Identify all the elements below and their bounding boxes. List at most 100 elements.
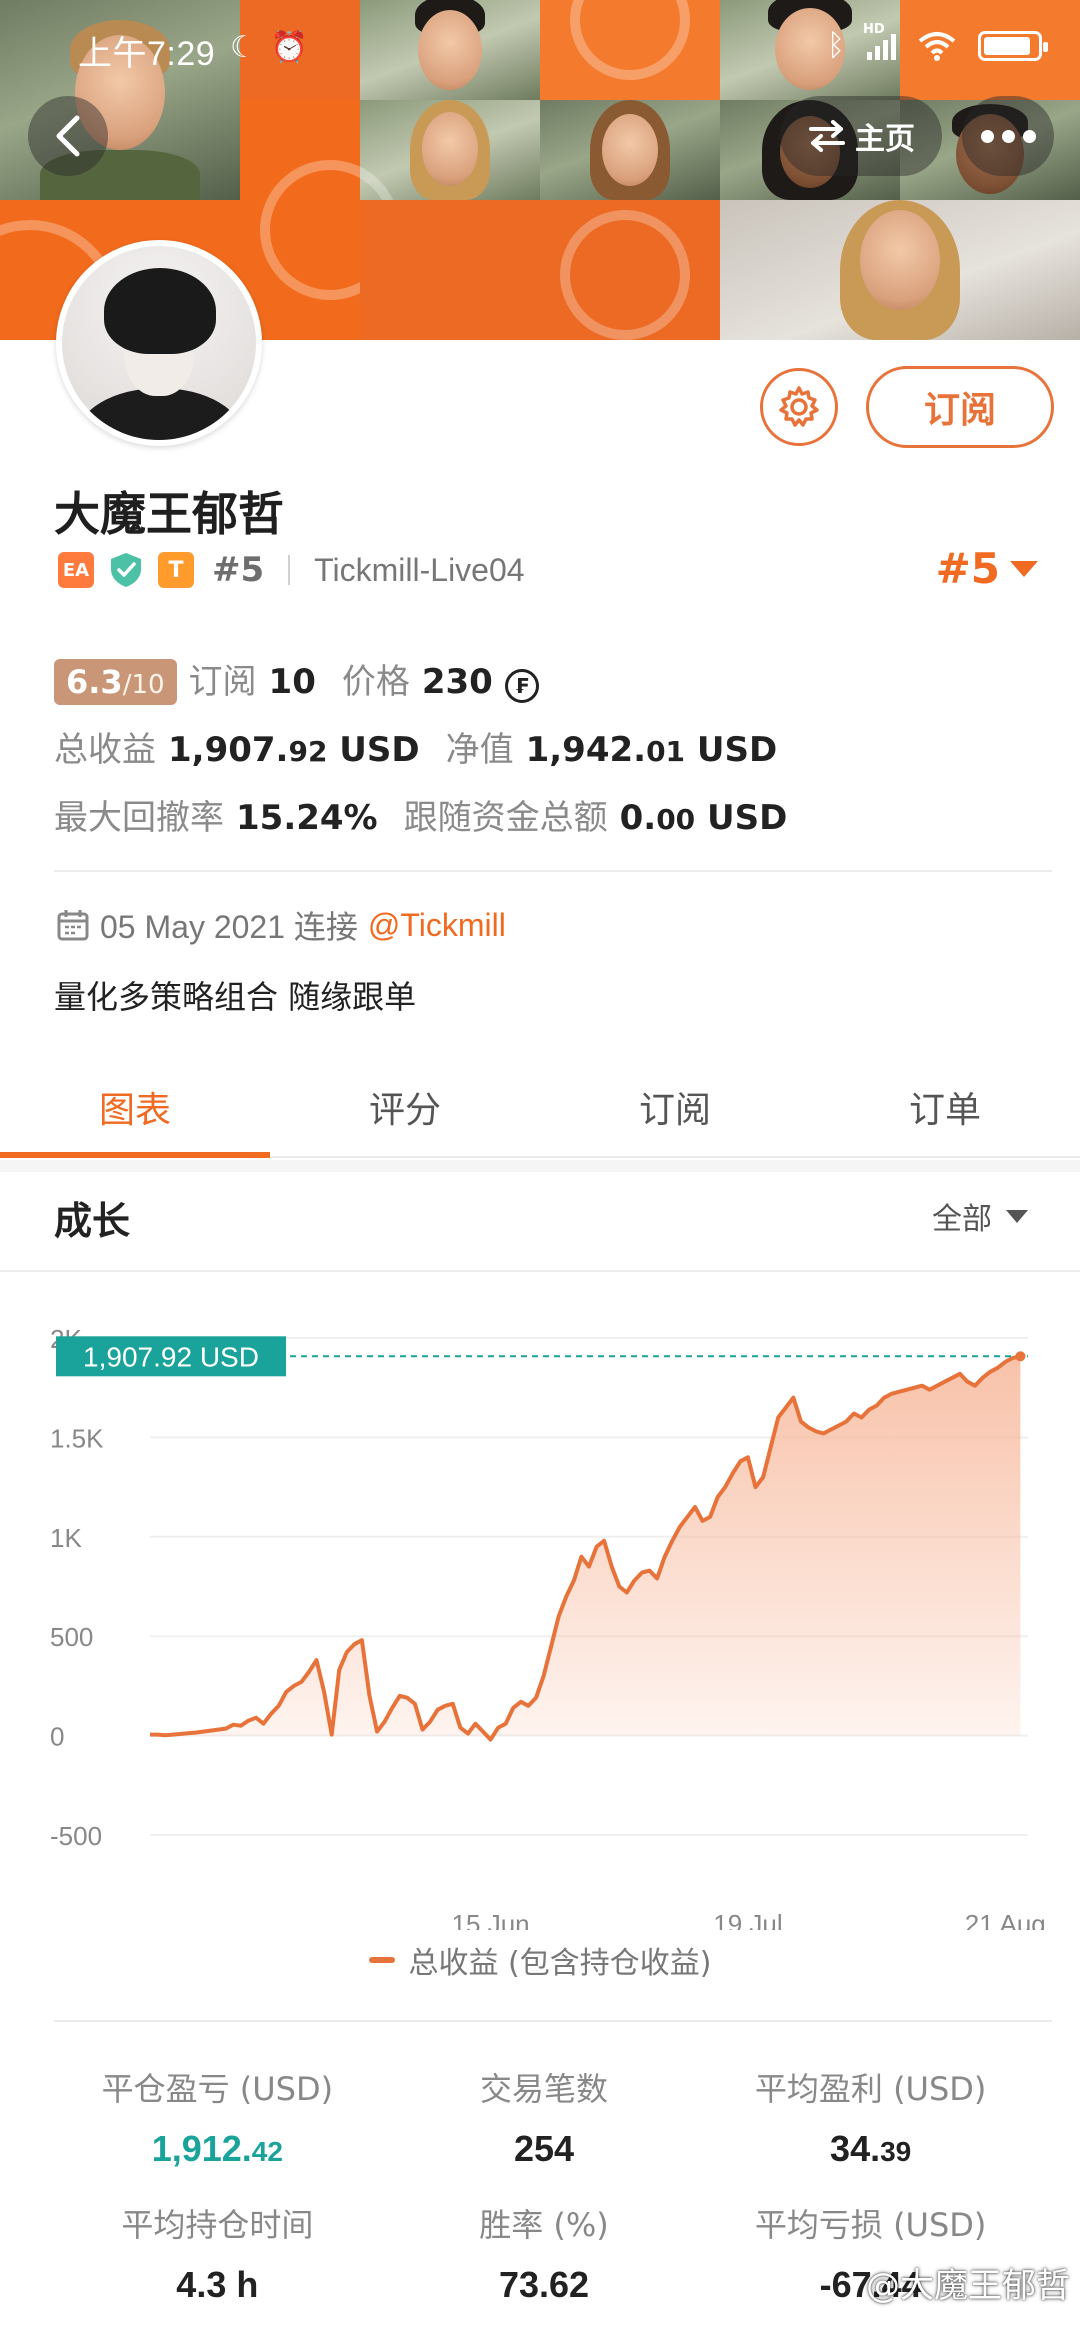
banner-photo-woman: [720, 200, 1080, 340]
score-badge: 6.3/10: [54, 659, 177, 705]
range-dropdown[interactable]: 全部: [932, 1194, 1028, 1238]
banner-photo-face: [602, 114, 658, 186]
y-tick-label: -500: [50, 1821, 102, 1851]
section-divider: [0, 1270, 1080, 1272]
avatar-hair: [104, 268, 216, 354]
banner-photo-woman: [360, 100, 540, 200]
follow-funds-label: 跟随资金总额: [403, 798, 608, 838]
score-value: 6.3: [66, 663, 123, 701]
stat-row-score: 6.3/10 订阅 10 价格 230 ₣: [54, 654, 1034, 705]
signal-icon: HD: [863, 22, 896, 60]
section-divider: [54, 2020, 1052, 2022]
more-dot: [1001, 129, 1015, 143]
verified-shield-icon: [111, 553, 141, 587]
drawdown-value: 15.24%: [236, 798, 378, 838]
alarm-icon: ⏰: [270, 30, 309, 65]
range-label: 全部: [932, 1202, 992, 1237]
status-icons-left: ☾ ⏰: [230, 30, 308, 65]
x-tick-label: 21 Aug: [965, 1909, 1046, 1930]
y-tick-label: 0: [50, 1722, 64, 1752]
profile-name: 大魔王郁哲: [54, 487, 284, 541]
tab-bar: 图表 评分 订阅 订单: [0, 1058, 1080, 1158]
score-denominator: /10: [122, 670, 165, 700]
follow-funds-value: 0.00 USD: [619, 798, 788, 838]
status-bar: 上午7:29 ☾ ⏰ ᛒ HD: [0, 0, 1080, 100]
subscribe-count: 10: [268, 662, 316, 702]
metric-value: 4.3 h: [176, 2264, 259, 2305]
metric-label: 交易笔数: [479, 2070, 608, 2108]
chevron-left-icon: [56, 115, 80, 157]
metric-label: 平仓盈亏 (USD): [101, 2070, 334, 2108]
area-fill: [150, 1356, 1021, 1740]
growth-chart[interactable]: 2K1.5K1K5000-50015 Jun19 Jul21 Aug1,907.…: [0, 1280, 1080, 2000]
section-divider: [54, 870, 1052, 872]
stat-row-drawdown: 最大回撤率 15.24% 跟随资金总额 0.00 USD: [54, 790, 1034, 838]
metric-value: 1,912.42: [151, 2128, 283, 2169]
divider: [288, 555, 291, 585]
status-time: 上午7:29: [78, 35, 216, 73]
network-type-label: HD: [863, 21, 885, 37]
price-value: 230: [421, 662, 493, 702]
metric-value: 34.39: [830, 2128, 912, 2169]
subscribe-count-label: 订阅: [188, 662, 257, 702]
section-gap: [0, 1160, 1080, 1172]
metric-win-rate: 胜率 (%) 73.62: [381, 2200, 708, 2306]
connect-info: 05 May 2021 连接 @Tickmill: [56, 902, 506, 948]
rank-dropdown[interactable]: #5: [936, 544, 1038, 593]
ea-badge: EA: [58, 552, 94, 588]
subscribe-button[interactable]: 订阅: [866, 366, 1054, 448]
broker-link[interactable]: @Tickmill: [368, 907, 506, 944]
drawdown-label: 最大回撤率: [54, 798, 224, 838]
more-dot: [980, 129, 994, 143]
equity-value: 1,942.01 USD: [525, 730, 778, 770]
status-icons-right: ᛒ HD: [827, 22, 1048, 63]
metric-trade-count: 交易笔数 254: [381, 2064, 708, 2170]
caret-down-icon: [1006, 1209, 1028, 1223]
profile-badges: EA T #5 Tickmill-Live04: [58, 550, 525, 590]
coin-icon: ₣: [504, 669, 539, 703]
gear-icon: [779, 386, 819, 427]
growth-chart-svg: 2K1.5K1K5000-50015 Jun19 Jul21 Aug1,907.…: [50, 1324, 1046, 1930]
home-button[interactable]: 主页: [780, 96, 942, 176]
banner-photo-woman: [540, 100, 720, 200]
tab-chart[interactable]: 图表: [0, 1058, 270, 1158]
rank-label: #5: [212, 550, 265, 590]
total-profit-value: 1,907.92 USD: [168, 730, 420, 770]
tab-orders[interactable]: 订单: [810, 1058, 1080, 1156]
end-point: [1015, 1351, 1026, 1362]
banner-photo-face: [860, 210, 940, 310]
metric-label: 胜率 (%): [479, 2206, 609, 2244]
metric-closed-pnl: 平仓盈亏 (USD) 1,912.42: [54, 2064, 381, 2170]
metric-avg-hold-time: 平均持仓时间 4.3 h: [54, 2200, 381, 2306]
chart-legend: 总收益 (包含持仓收益): [0, 1938, 1080, 1982]
swap-arrows-icon: [809, 120, 845, 152]
profile-stats: 6.3/10 订阅 10 价格 230 ₣ 总收益 1,907.92 USD 净…: [54, 654, 1034, 858]
back-button[interactable]: [28, 96, 108, 176]
bluetooth-icon: ᛒ: [827, 28, 845, 63]
more-dot: [1022, 129, 1036, 143]
watermark: @大魔王郁哲: [866, 2258, 1070, 2307]
connect-date: 05 May 2021 连接: [100, 909, 358, 945]
broker-account: Tickmill-Live04: [314, 551, 525, 588]
calendar-icon: [57, 910, 89, 941]
tab-subscriptions[interactable]: 订阅: [540, 1058, 810, 1156]
rank-value: #5: [935, 544, 1000, 593]
more-button[interactable]: [962, 96, 1054, 176]
settings-button[interactable]: [760, 368, 838, 446]
watermark-text: @大魔王郁哲: [866, 2266, 1070, 2306]
profile-description: 量化多策略组合 随缘跟单: [54, 978, 417, 1016]
metric-label: 平均盈利 (USD): [754, 2070, 987, 2108]
legend-swatch: [368, 1957, 395, 1963]
current-value-label: 1,907.92 USD: [83, 1341, 259, 1372]
banner-ring: [560, 210, 690, 340]
banner-tile: [360, 200, 720, 340]
x-tick-label: 15 Jun: [452, 1909, 530, 1930]
t-badge: T: [158, 552, 194, 588]
y-tick-label: 500: [50, 1622, 93, 1652]
metric-avg-profit: 平均盈利 (USD) 34.39: [707, 2064, 1034, 2170]
tab-rating[interactable]: 评分: [270, 1058, 540, 1156]
growth-title: 成长: [54, 1199, 131, 1243]
equity-label: 净值: [445, 730, 514, 770]
avatar[interactable]: [56, 240, 262, 446]
metric-label: 平均持仓时间: [121, 2206, 314, 2244]
